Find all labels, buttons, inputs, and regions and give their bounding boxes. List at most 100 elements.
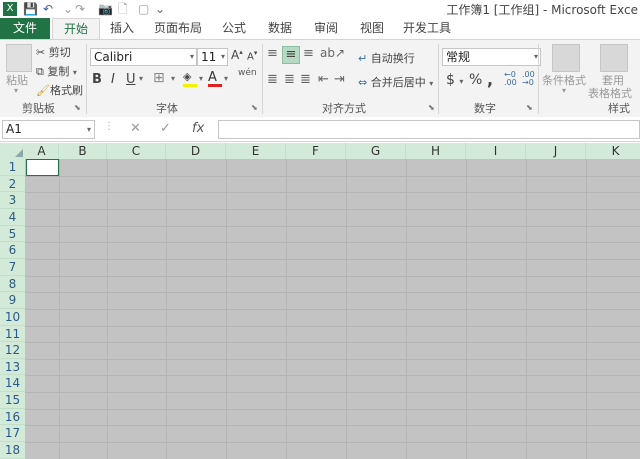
decrease-indent-icon[interactable]: ⇤ (318, 72, 329, 87)
merge-center-button[interactable]: ⇔ 合并后居中 ▾ (358, 74, 433, 90)
row-header[interactable]: 6 (0, 242, 25, 259)
column-header[interactable]: G (346, 143, 406, 159)
align-bottom-icon[interactable]: ≡ (303, 46, 314, 61)
row-header[interactable]: 3 (0, 192, 25, 209)
name-box[interactable]: A1 ▾ (2, 120, 95, 139)
font-launcher-icon[interactable]: ⬊ (251, 103, 258, 112)
number-launcher-icon[interactable]: ⬊ (526, 103, 533, 112)
conditional-dropdown-icon[interactable]: ▾ (562, 86, 566, 95)
alignment-launcher-icon[interactable]: ⬊ (428, 103, 435, 112)
row-header[interactable]: 8 (0, 276, 25, 293)
increase-indent-icon[interactable]: ⇥ (334, 72, 345, 87)
tab-page-layout[interactable]: 页面布局 (150, 18, 206, 39)
row-header[interactable]: 4 (0, 209, 25, 226)
borders-dropdown-icon[interactable]: ▾ (171, 74, 175, 83)
align-middle-icon[interactable]: ≡ (282, 46, 300, 64)
row-header[interactable]: 2 (0, 176, 25, 193)
column-header[interactable]: J (526, 143, 586, 159)
align-right-icon[interactable]: ≣ (300, 72, 311, 87)
column-header[interactable]: B (59, 143, 107, 159)
increase-decimal-icon[interactable]: ←0.00 (504, 71, 517, 87)
open-icon[interactable]: ▢ (138, 1, 149, 17)
number-format-select[interactable]: 常规 ▾ (442, 48, 541, 66)
underline-button[interactable]: U (126, 72, 136, 87)
phonetic-button[interactable]: wén (238, 68, 257, 78)
font-color-button[interactable]: A (208, 70, 222, 87)
format-painter-button[interactable]: 🖌格式刷 (36, 82, 83, 98)
copy-button[interactable]: ⧉ 复制 ▾ (36, 63, 77, 79)
active-cell[interactable] (26, 159, 59, 176)
camera-icon[interactable]: 📷 (98, 1, 113, 17)
font-size-select[interactable]: 11 ▾ (197, 48, 228, 66)
cut-button[interactable]: ✂ 剪切 (36, 44, 71, 60)
tab-home[interactable]: 开始 (52, 18, 100, 40)
column-header[interactable]: I (466, 143, 526, 159)
borders-icon[interactable]: ⊞ (153, 70, 165, 86)
tab-developer[interactable]: 开发工具 (398, 18, 456, 39)
undo-icon[interactable]: ↶ (43, 1, 53, 17)
row-header[interactable]: 11 (0, 326, 25, 343)
spreadsheet-grid[interactable]: A B C D E F G H I J K 1 2 3 4 5 6 7 8 9 10 11 12 13 1… (0, 143, 640, 459)
row-header[interactable]: 13 (0, 359, 25, 376)
align-left-icon[interactable]: ≣ (267, 72, 278, 87)
tab-data[interactable]: 数据 (262, 18, 298, 39)
tab-insert[interactable]: 插入 (104, 18, 140, 39)
align-top-icon[interactable]: ≡ (267, 46, 278, 61)
wrap-text-button[interactable]: ↵ 自动换行 (358, 50, 415, 66)
orientation-icon[interactable]: ab↗ (320, 46, 345, 60)
fill-color-button[interactable]: ◈ (183, 70, 197, 87)
column-header[interactable]: K (586, 143, 640, 159)
grow-font-button[interactable]: A▴ (231, 48, 243, 62)
tab-view[interactable]: 视图 (354, 18, 390, 39)
redo-icon[interactable]: ↷ (75, 1, 85, 17)
paste-dropdown-icon[interactable]: ▾ (14, 86, 18, 95)
clipboard-launcher-icon[interactable]: ⬊ (74, 103, 81, 112)
italic-button[interactable]: I (111, 72, 115, 87)
row-header[interactable]: 12 (0, 342, 25, 359)
new-doc-icon[interactable]: 🗋 (118, 1, 128, 17)
row-header[interactable]: 7 (0, 259, 25, 276)
font-color-dropdown-icon[interactable]: ▾ (224, 74, 228, 83)
tab-file[interactable]: 文件 (0, 18, 50, 39)
formula-input[interactable] (218, 120, 640, 139)
row-header[interactable]: 15 (0, 392, 25, 409)
undo-dropdown-icon[interactable]: ⌄ (63, 1, 73, 17)
column-header[interactable]: H (406, 143, 466, 159)
row-header[interactable]: 17 (0, 425, 25, 443)
drag-handle-icon[interactable]: ⋮ (104, 121, 114, 132)
currency-button[interactable]: $ ▾ (446, 72, 463, 88)
bold-button[interactable]: B (92, 72, 102, 87)
row-header[interactable]: 10 (0, 309, 25, 326)
comma-button[interactable]: , (487, 70, 493, 89)
tab-review[interactable]: 审阅 (308, 18, 344, 39)
row-header[interactable]: 14 (0, 375, 25, 393)
conditional-format-icon[interactable] (552, 44, 580, 72)
column-header[interactable]: D (166, 143, 226, 159)
decrease-decimal-icon[interactable]: .00 →0 (522, 71, 535, 87)
column-header[interactable]: A (25, 143, 59, 159)
align-center-icon[interactable]: ≣ (284, 72, 295, 87)
row-header[interactable]: 16 (0, 409, 25, 426)
percent-button[interactable]: % (469, 72, 482, 88)
qat-customize-icon[interactable]: ⌄ (155, 1, 165, 17)
column-header[interactable]: C (107, 143, 166, 159)
gridline (25, 408, 640, 410)
font-name-select[interactable]: Calibri ▾ (90, 48, 197, 66)
enter-button[interactable]: ✓ (160, 121, 171, 136)
cancel-button[interactable]: ✕ (130, 121, 141, 136)
column-header[interactable]: F (286, 143, 346, 159)
fill-dropdown-icon[interactable]: ▾ (199, 74, 203, 83)
row-header[interactable]: 18 (0, 442, 25, 459)
select-all-button[interactable] (0, 143, 25, 159)
table-format-icon[interactable] (600, 44, 628, 72)
row-header[interactable]: 9 (0, 292, 25, 309)
column-header[interactable]: E (226, 143, 286, 159)
paste-icon[interactable] (6, 44, 32, 72)
row-header[interactable]: 1 (0, 159, 25, 176)
tab-formulas[interactable]: 公式 (216, 18, 252, 39)
underline-dropdown-icon[interactable]: ▾ (139, 74, 143, 83)
row-header[interactable]: 5 (0, 226, 25, 243)
save-icon[interactable]: 💾 (23, 1, 38, 17)
insert-function-button[interactable]: fx (192, 121, 204, 136)
shrink-font-button[interactable]: A▾ (247, 49, 257, 62)
